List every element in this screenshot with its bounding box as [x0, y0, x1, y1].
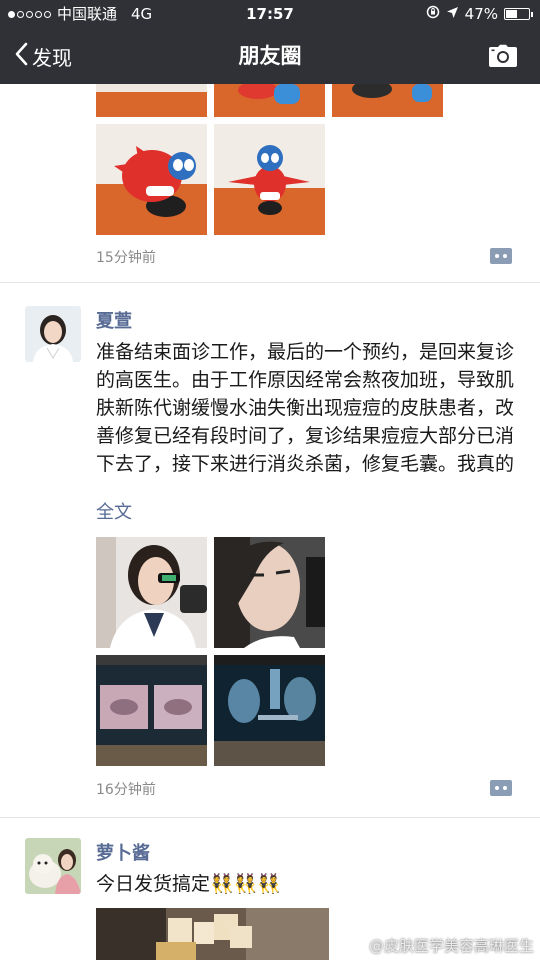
- post-author[interactable]: 夏萱: [96, 307, 132, 333]
- post-photo[interactable]: [214, 537, 325, 648]
- battery-icon: [504, 8, 533, 20]
- emoji-icon: 👯👯👯: [210, 873, 281, 895]
- weibo-logo-icon: [347, 936, 365, 956]
- location-arrow-icon: [446, 0, 459, 28]
- comment-icon[interactable]: [490, 780, 512, 796]
- watermark-text: @皮肤医学美容高琳医生: [368, 937, 534, 955]
- post-photo[interactable]: [332, 84, 443, 117]
- post-photo[interactable]: [214, 124, 325, 235]
- status-bar: 中国联通 4G 17:57 47%: [0, 0, 540, 28]
- expand-full-text-link[interactable]: 全文: [96, 498, 132, 524]
- post-photo[interactable]: [96, 124, 207, 235]
- battery-percent: 47%: [464, 5, 498, 23]
- moments-feed[interactable]: 15分钟前 夏萱 准备结束面诊工作，最后的一个预约，是回来复诊的高医生。由于工作…: [0, 84, 540, 960]
- nav-bar: 发现 朋友圈: [0, 28, 540, 84]
- post-time: 15分钟前: [96, 250, 156, 266]
- page-title: 朋友圈: [238, 44, 302, 68]
- post-photo[interactable]: [96, 537, 207, 648]
- avatar[interactable]: [25, 838, 81, 894]
- post-divider: [0, 817, 540, 818]
- post-text: 准备结束面诊工作，最后的一个预约，是回来复诊的高医生。由于工作原因经常会熬夜加班…: [96, 341, 515, 475]
- post-photo[interactable]: [214, 655, 325, 766]
- post-photo[interactable]: [96, 84, 207, 117]
- rotation-lock-icon: [426, 0, 440, 28]
- avatar[interactable]: [25, 306, 81, 362]
- post-text-content: 今日发货搞定: [96, 873, 211, 895]
- post-text: 今日发货搞定👯👯👯: [96, 870, 516, 898]
- post-photo[interactable]: [96, 655, 207, 766]
- post-photo[interactable]: [96, 908, 329, 960]
- camera-button[interactable]: [488, 44, 518, 72]
- moments-screen: 中国联通 4G 17:57 47% 发现 朋友圈 15分钟前 夏萱 准备结束面诊…: [0, 0, 540, 960]
- camera-icon: [489, 44, 517, 67]
- watermark: @皮肤医学美容高琳医生: [347, 935, 534, 956]
- comment-icon[interactable]: [490, 248, 512, 264]
- post-author[interactable]: 萝卜酱: [96, 839, 150, 865]
- post-divider: [0, 282, 540, 283]
- status-right: 47%: [426, 0, 533, 28]
- post-time: 16分钟前: [96, 782, 156, 798]
- post-photo[interactable]: [214, 84, 325, 117]
